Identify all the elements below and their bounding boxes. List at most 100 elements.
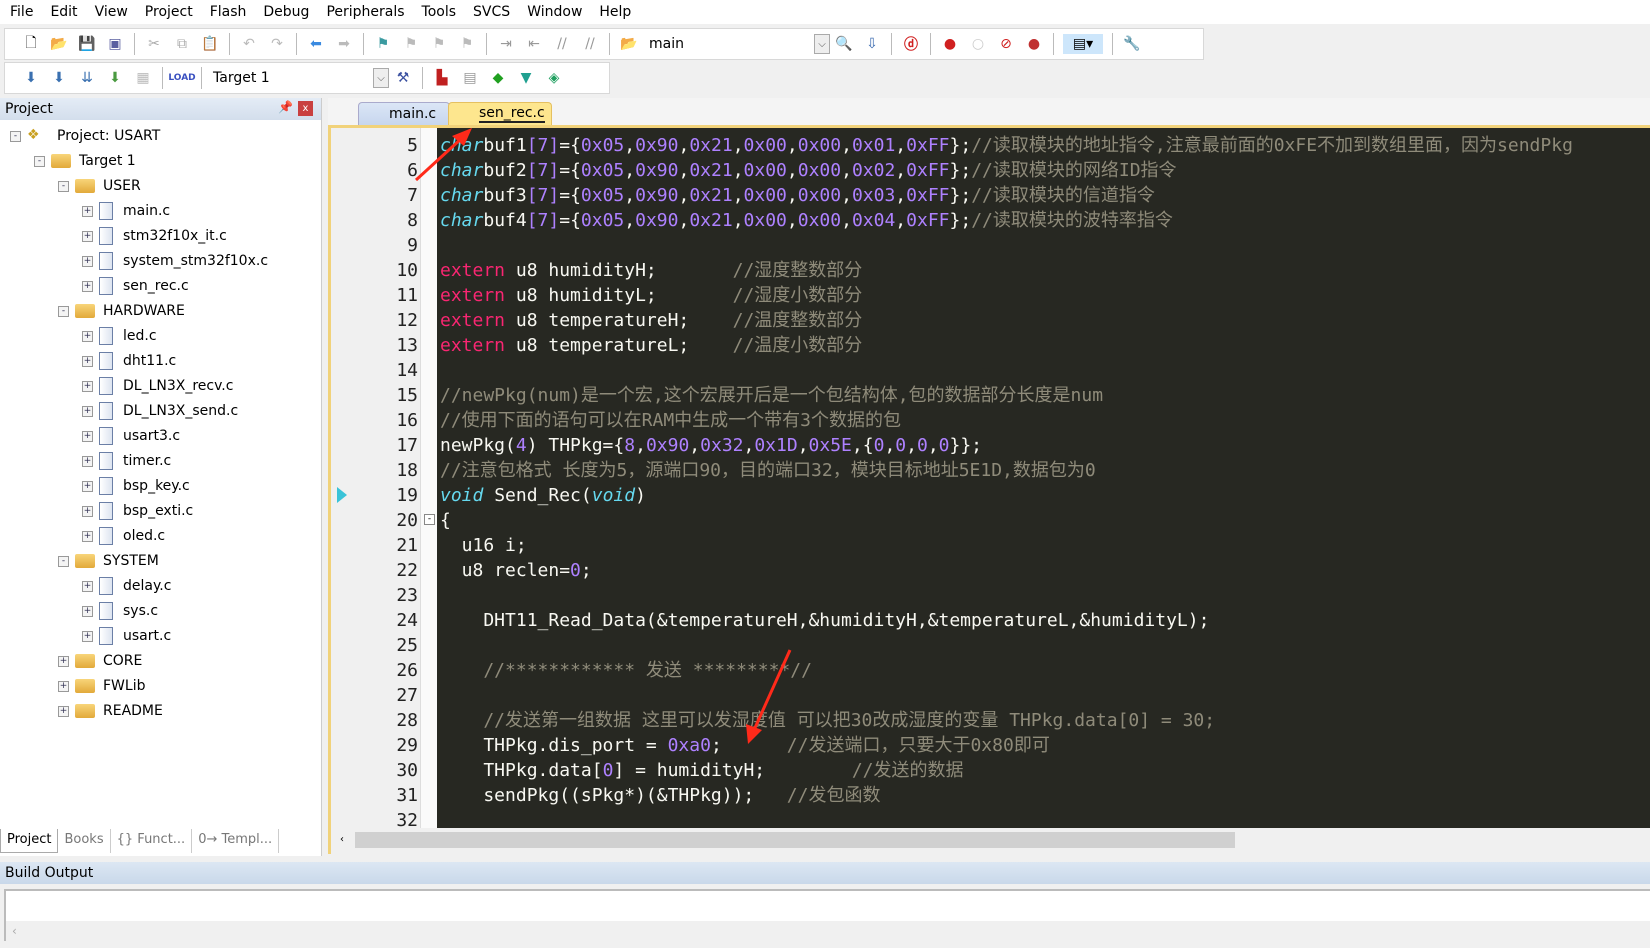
breakpoint-icon[interactable]: ● — [940, 34, 960, 54]
code-line[interactable]: //注意包格式 长度为5，源端口90，目的端口32，模块目标地址5E1D,数据包… — [440, 458, 1096, 483]
tree-item[interactable]: + oled.c — [82, 525, 165, 547]
comment-icon[interactable]: // — [552, 34, 572, 54]
code-line[interactable]: charbuf2[7]={0x05,0x90,0x21,0x00,0x00,0x… — [440, 158, 1177, 183]
tree-item[interactable]: + led.c — [82, 325, 157, 347]
menu-window[interactable]: Window — [527, 4, 582, 20]
expand-icon[interactable]: + — [82, 530, 93, 542]
build-icon[interactable]: ⬇ — [49, 68, 69, 88]
expand-icon[interactable]: + — [82, 505, 93, 517]
find-combo-value[interactable]: main — [649, 36, 814, 52]
code-area[interactable]: charbuf1[7]={0x05,0x90,0x21,0x00,0x00,0x… — [437, 128, 1650, 828]
code-line[interactable]: THPkg.data[0] = humidityH; //发送的数据 — [440, 758, 963, 783]
panel-tab[interactable]: Books — [58, 829, 111, 853]
collapse-icon[interactable]: - — [58, 555, 69, 567]
panel-tab[interactable]: 0→ Templ... — [192, 829, 280, 853]
expand-icon[interactable]: + — [82, 430, 93, 442]
menu-help[interactable]: Help — [599, 4, 631, 20]
expand-icon[interactable]: + — [82, 330, 93, 342]
menu-tools[interactable]: Tools — [422, 4, 457, 20]
code-line[interactable]: extern u8 temperatureH; //温度整数部分 — [440, 308, 862, 333]
tree-item[interactable]: + FWLib — [58, 675, 145, 697]
download-load-icon[interactable]: LOAD — [168, 68, 195, 88]
menu-project[interactable]: Project — [145, 4, 193, 20]
collapse-icon[interactable]: - — [58, 180, 69, 192]
code-line[interactable]: u8 reclen=0; — [440, 558, 592, 583]
code-line[interactable]: newPkg(4) THPkg={8,0x90,0x32,0x1D,0x5E,{… — [440, 433, 982, 458]
expand-icon[interactable]: + — [58, 655, 69, 667]
software-packs-icon[interactable]: ◈ — [544, 68, 564, 88]
save-all-icon[interactable]: ▣ — [105, 34, 125, 54]
menu-svcs[interactable]: SVCS — [473, 4, 510, 20]
expand-icon[interactable]: + — [82, 380, 93, 392]
open-file-icon[interactable]: 📂 — [49, 34, 69, 54]
tab-main-c[interactable]: main.c — [358, 102, 450, 125]
code-editor[interactable]: 5 6 7 8 9 10 11 12 13 14 15 16 17 18 19 20 21 22 23 24 25 26 2… — [328, 125, 1650, 854]
tree-item[interactable]: - SYSTEM — [58, 550, 159, 572]
code-line[interactable]: //************ 发送 *********// — [440, 658, 812, 683]
tree-item[interactable]: + sys.c — [82, 600, 158, 622]
undo-icon[interactable]: ↶ — [239, 34, 259, 54]
code-line[interactable]: extern u8 humidityL; //湿度小数部分 — [440, 283, 862, 308]
tree-item[interactable]: + timer.c — [82, 450, 171, 472]
code-line[interactable]: //使用下面的语句可以在RAM中生成一个带有3个数据的包 — [440, 408, 901, 433]
configure-icon[interactable]: 🔧 — [1122, 34, 1142, 54]
prev-bookmark-icon[interactable]: ⚑ — [401, 34, 421, 54]
menu-peripherals[interactable]: Peripherals — [326, 4, 404, 20]
tab-sen-rec-c[interactable]: sen_rec.c — [448, 102, 552, 125]
tree-item[interactable]: + system_stm32f10x.c — [82, 250, 268, 272]
fold-margin[interactable]: - — [420, 128, 437, 828]
tree-item[interactable]: + DL_LN3X_send.c — [82, 400, 238, 422]
tree-item[interactable]: + delay.c — [82, 575, 171, 597]
window-layout-icon[interactable]: ▤▾ — [1063, 34, 1103, 54]
translate-icon[interactable]: ⬇ — [21, 68, 41, 88]
cut-icon[interactable]: ✂ — [144, 34, 164, 54]
pack-installer-icon[interactable]: ▼ — [516, 68, 536, 88]
panel-tab[interactable]: {} Funct... — [111, 829, 193, 853]
expand-icon[interactable]: + — [82, 255, 93, 267]
code-line[interactable]: //发送第一组数据 这里可以发湿度值 可以把30改成湿度的变量 THPkg.da… — [440, 708, 1215, 733]
tree-item[interactable]: + DL_LN3X_recv.c — [82, 375, 233, 397]
indent-icon[interactable]: ⇥ — [496, 34, 516, 54]
build-output-scrollbar[interactable]: ‹ — [6, 921, 1650, 941]
code-line[interactable]: u16 i; — [440, 533, 527, 558]
tree-item[interactable]: + stm32f10x_it.c — [82, 225, 227, 247]
tree-item[interactable]: + usart3.c — [82, 425, 180, 447]
find-icon[interactable]: 🔍 — [834, 34, 854, 54]
tree-item[interactable]: + dht11.c — [82, 350, 176, 372]
tree-item[interactable]: + usart.c — [82, 625, 171, 647]
scrollbar-thumb[interactable] — [355, 832, 1235, 848]
target-select-value[interactable]: Target 1 — [213, 70, 373, 86]
expand-icon[interactable]: + — [82, 355, 93, 367]
collapse-icon[interactable]: - — [34, 155, 45, 167]
collapse-icon[interactable]: - — [58, 305, 69, 317]
expand-icon[interactable]: + — [58, 705, 69, 717]
tree-item[interactable]: - Target 1 — [34, 150, 136, 172]
build-output-pane[interactable]: ‹ — [4, 889, 1650, 941]
menu-debug[interactable]: Debug — [263, 4, 309, 20]
expand-icon[interactable]: + — [82, 230, 93, 242]
find-combo-dropdown[interactable]: ⌵ — [814, 34, 830, 54]
code-line[interactable]: //newPkg(num)是一个宏,这个宏展开后是一个包结构体,包的数据部分长度… — [440, 383, 1103, 408]
tree-item[interactable]: + sen_rec.c — [82, 275, 189, 297]
next-bookmark-icon[interactable]: ⚑ — [429, 34, 449, 54]
manage-rte-icon[interactable]: ◆ — [488, 68, 508, 88]
redo-icon[interactable]: ↷ — [267, 34, 287, 54]
select-packs-icon[interactable]: ▤ — [460, 68, 480, 88]
panel-tab[interactable]: Project — [0, 829, 59, 853]
disable-breakpoint-icon[interactable]: ○ — [968, 34, 988, 54]
incremental-find-icon[interactable]: ⇩ — [862, 34, 882, 54]
expand-icon[interactable]: + — [82, 280, 93, 292]
expand-icon[interactable]: + — [82, 480, 93, 492]
kill-all-breakpoints-icon[interactable]: ● — [1024, 34, 1044, 54]
scroll-left-icon[interactable]: ‹ — [12, 924, 17, 938]
expand-icon[interactable]: + — [82, 580, 93, 592]
code-line[interactable]: void Send_Rec(void) — [440, 483, 646, 508]
stop-build-icon[interactable]: ▦ — [133, 68, 153, 88]
target-options-icon[interactable]: ⚒ — [393, 68, 413, 88]
batch-build-icon[interactable]: ⬇ — [105, 68, 125, 88]
copy-icon[interactable]: ⧉ — [172, 34, 192, 54]
code-line[interactable]: charbuf3[7]={0x05,0x90,0x21,0x00,0x00,0x… — [440, 183, 1155, 208]
close-panel-icon[interactable]: x — [298, 101, 313, 116]
tree-item[interactable]: - USER — [58, 175, 141, 197]
unindent-icon[interactable]: ⇤ — [524, 34, 544, 54]
